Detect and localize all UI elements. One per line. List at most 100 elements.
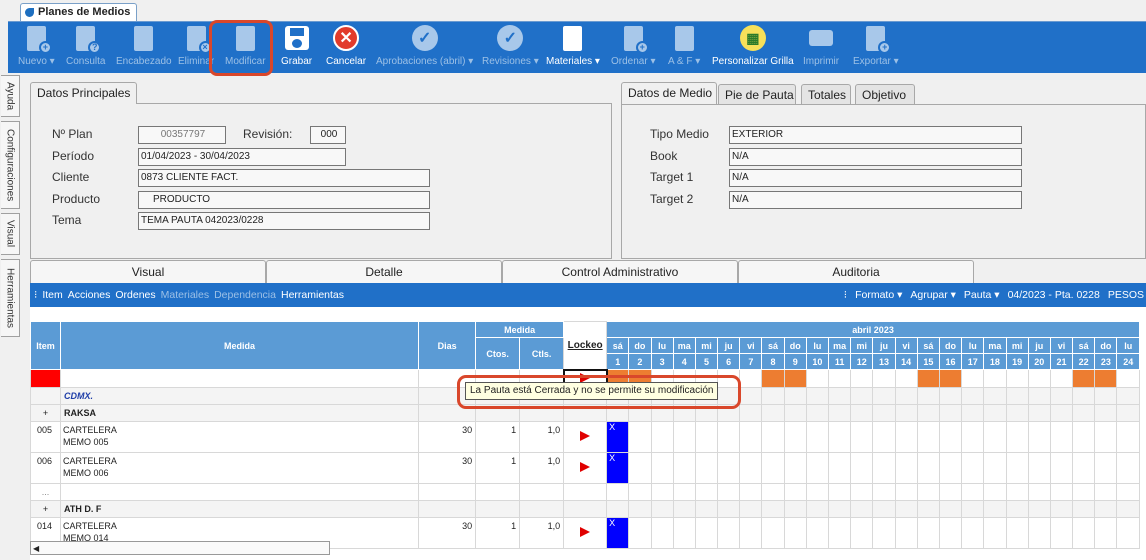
grid-menu-right-item[interactable]: Formato ▾	[855, 283, 902, 307]
col-lockeo[interactable]: Lockeo	[563, 321, 608, 370]
side-tab-visual[interactable]: Visual	[1, 213, 20, 255]
toolbar-button-2[interactable]: Encabezado	[116, 24, 172, 72]
toolbar-button-14[interactable]: + Exportar ▾	[853, 24, 899, 72]
toolbar-button-1[interactable]: ? Consulta	[66, 24, 105, 72]
toolbar-button-9[interactable]: Materiales ▾	[546, 24, 600, 72]
day-header[interactable]: 7	[739, 353, 763, 370]
day-header[interactable]: 24	[1116, 353, 1140, 370]
target2-field[interactable]: N/A	[729, 191, 1022, 209]
day-header[interactable]: 15	[916, 353, 940, 370]
toolbar-button-10[interactable]: + Ordenar ▾	[611, 24, 655, 72]
day-header[interactable]: 3	[650, 353, 674, 370]
red-flag-icon[interactable]	[580, 431, 591, 441]
weekday-header[interactable]: lu	[1116, 337, 1140, 354]
weekday-header[interactable]: ju	[1027, 337, 1051, 354]
tab-datos-principales[interactable]: Datos Principales	[30, 82, 138, 104]
weekday-header[interactable]: ma	[983, 337, 1007, 354]
day-header[interactable]: 1	[606, 353, 630, 370]
weekday-header[interactable]: mi	[694, 337, 719, 354]
grid-menu-ordenes[interactable]: Ordenes	[115, 283, 155, 307]
weekday-header[interactable]: lu	[650, 337, 674, 354]
weekday-header[interactable]: ma	[827, 337, 852, 354]
day-header[interactable]: 10	[805, 353, 830, 370]
day-header[interactable]: 16	[938, 353, 963, 370]
tab-control-administrativo[interactable]: Control Administrativo	[502, 260, 738, 283]
tab-objetivo[interactable]: Objetivo	[855, 84, 915, 104]
col-item[interactable]: Item	[30, 321, 61, 370]
red-flag-icon[interactable]	[580, 462, 591, 472]
weekday-header[interactable]: ju	[717, 337, 741, 354]
plan-field[interactable]: 00357797	[138, 126, 226, 144]
cliente-field[interactable]: 0873 CLIENTE FACT.	[138, 169, 430, 187]
toolbar-button-0[interactable]: + Nuevo ▾	[18, 24, 55, 72]
weekday-header[interactable]: ju	[872, 337, 896, 354]
side-tab-ayuda[interactable]: Ayuda	[1, 75, 20, 117]
weekday-header[interactable]: lu	[805, 337, 830, 354]
weekday-header[interactable]: mi	[1005, 337, 1029, 354]
revision-field[interactable]: 000	[310, 126, 346, 144]
target1-field[interactable]: N/A	[729, 169, 1022, 187]
toolbar-button-8[interactable]: ✓ Revisiones ▾	[482, 24, 539, 72]
toolbar-button-13[interactable]: Imprimir	[803, 24, 839, 72]
day-header[interactable]: 23	[1094, 353, 1118, 370]
toolbar-button-12[interactable]: ▦ Personalizar Grilla	[712, 24, 794, 72]
toolbar-button-11[interactable]: A & F ▾	[668, 24, 700, 72]
weekday-header[interactable]: sá	[606, 337, 630, 354]
grid-menu-item[interactable]: Item	[42, 283, 62, 307]
day-header[interactable]: 4	[672, 353, 696, 370]
side-tab-herramientas[interactable]: Herramientas	[1, 259, 20, 337]
weekday-header[interactable]: sá	[761, 337, 785, 354]
table-row[interactable]: 005 CARTELERA MEMO 005 30 1 1,0 X	[30, 421, 1140, 453]
day-header[interactable]: 12	[850, 353, 874, 370]
weekday-header[interactable]: lu	[961, 337, 985, 354]
weekday-header[interactable]: do	[1094, 337, 1118, 354]
day-header[interactable]: 19	[1005, 353, 1029, 370]
toolbar-button-7[interactable]: ✓ Aprobaciones (abril) ▾	[376, 24, 473, 72]
col-medida-group[interactable]: Medida	[475, 321, 565, 338]
weekday-header[interactable]: do	[783, 337, 807, 354]
weekday-header[interactable]: do	[938, 337, 963, 354]
day-header[interactable]: 5	[694, 353, 719, 370]
col-dias[interactable]: Dias	[418, 321, 477, 370]
weekday-header[interactable]: sá	[916, 337, 940, 354]
tab-detalle[interactable]: Detalle	[266, 260, 502, 283]
grid-menu-dependencia[interactable]: Dependencia	[214, 283, 276, 307]
day-header[interactable]: 13	[872, 353, 896, 370]
col-month[interactable]: abril 2023	[606, 321, 1140, 338]
grid-menu-right-item[interactable]: Pauta ▾	[964, 283, 1000, 307]
grid-menu-acciones[interactable]: Acciones	[68, 283, 111, 307]
side-tab-configuraciones[interactable]: Configuraciones	[1, 121, 20, 209]
col-medida[interactable]: Medida	[59, 321, 420, 370]
toolbar-button-5[interactable]: Grabar	[281, 24, 312, 72]
weekday-header[interactable]: vi	[894, 337, 918, 354]
weekday-header[interactable]: vi	[1049, 337, 1074, 354]
table-row[interactable]: + ATH D. F	[30, 500, 1140, 518]
day-header[interactable]: 22	[1072, 353, 1096, 370]
grid-menu-right-item[interactable]: Agrupar ▾	[910, 283, 956, 307]
tema-field[interactable]: TEMA PAUTA 042023/0228	[138, 212, 430, 230]
toolbar-button-6[interactable]: ✕ Cancelar	[326, 24, 366, 72]
day-header[interactable]: 11	[827, 353, 852, 370]
weekday-header[interactable]: sá	[1072, 337, 1096, 354]
grid-menu-right-item[interactable]: PESOS	[1108, 283, 1144, 307]
weekday-header[interactable]: vi	[739, 337, 763, 354]
book-field[interactable]: N/A	[729, 148, 1022, 166]
tab-auditoria[interactable]: Auditoria	[738, 260, 974, 283]
window-tab[interactable]: Planes de Medios	[20, 3, 138, 21]
grid-menu-herramientas[interactable]: Herramientas	[281, 283, 344, 307]
grid-menu-right-item[interactable]: 04/2023 - Pta. 0228	[1008, 283, 1100, 307]
day-header[interactable]: 14	[894, 353, 918, 370]
day-header[interactable]: 17	[961, 353, 985, 370]
day-header[interactable]: 21	[1049, 353, 1074, 370]
red-flag-icon[interactable]	[580, 527, 591, 537]
tab-visual[interactable]: Visual	[30, 260, 266, 283]
grid-menu-materiales[interactable]: Materiales	[161, 283, 209, 307]
weekday-header[interactable]: do	[628, 337, 652, 354]
table-row[interactable]: ...	[30, 483, 1140, 501]
tab-datos-de-medio[interactable]: Datos de Medio	[621, 82, 717, 104]
col-ctls[interactable]: Ctls.	[519, 337, 565, 370]
horizontal-scrollbar[interactable]: ◀	[30, 541, 330, 555]
weekday-header[interactable]: mi	[850, 337, 874, 354]
col-ctos[interactable]: Ctos.	[475, 337, 521, 370]
day-header[interactable]: 6	[717, 353, 741, 370]
